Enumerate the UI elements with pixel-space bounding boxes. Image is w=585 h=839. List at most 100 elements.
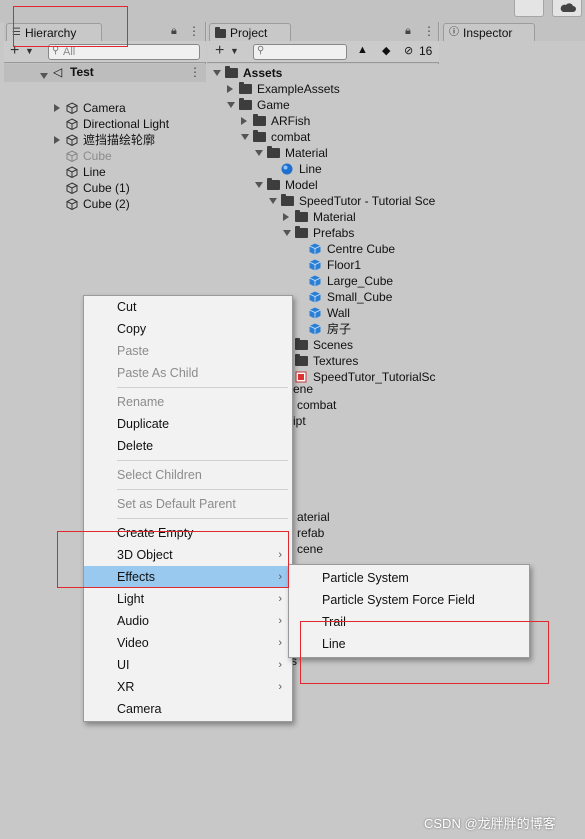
project-item-label: Textures: [313, 354, 359, 368]
folder-icon: [267, 145, 280, 161]
cloud-icon[interactable]: [552, 0, 582, 17]
search-input[interactable]: [253, 44, 347, 60]
chevron-down-icon[interactable]: ▼: [25, 46, 34, 56]
tag-icon[interactable]: ◆: [382, 44, 390, 57]
lock-icon[interactable]: 🔒︎: [405, 25, 411, 38]
menu-item-label: Cut: [117, 300, 137, 314]
menu-item-copy[interactable]: Copy: [84, 318, 292, 340]
project-item[interactable]: Material: [207, 209, 439, 225]
gameobject-icon: [66, 148, 78, 164]
project-item-partial[interactable]: combat: [297, 397, 336, 413]
menu-item-xr[interactable]: XR ›: [84, 676, 292, 698]
project-item-partial[interactable]: refab: [297, 525, 324, 541]
hierarchy-item[interactable]: Line: [4, 164, 206, 180]
expand-icon[interactable]: [241, 129, 252, 145]
filter-by-type-icon[interactable]: ▲: [357, 44, 368, 56]
add-icon[interactable]: +: [215, 42, 224, 60]
more-icon[interactable]: ⋮: [188, 24, 200, 38]
project-item[interactable]: Material: [207, 145, 439, 161]
expand-icon[interactable]: [54, 132, 64, 148]
expand-icon[interactable]: [40, 69, 51, 83]
hierarchy-item[interactable]: Directional Light: [4, 116, 206, 132]
submenu-item-particle-system[interactable]: Particle System: [289, 567, 529, 589]
project-item-label: Prefabs: [313, 226, 355, 240]
expand-icon[interactable]: [269, 193, 280, 209]
expand-icon[interactable]: [283, 225, 294, 241]
folder-icon: [239, 81, 252, 97]
folder-icon: [253, 113, 266, 129]
menu-item-rename[interactable]: Rename: [84, 391, 292, 413]
project-item[interactable]: Model: [207, 177, 439, 193]
gameobject-icon: [66, 100, 78, 116]
project-item[interactable]: Prefabs: [207, 225, 439, 241]
hierarchy-item[interactable]: Cube (2): [4, 196, 206, 212]
chevron-down-icon[interactable]: ▼: [230, 46, 239, 56]
hierarchy-item[interactable]: Cube (1): [4, 180, 206, 196]
project-item-label: Centre Cube: [327, 242, 396, 256]
prefab-icon: [309, 289, 321, 305]
folder-icon: [281, 193, 294, 209]
expand-icon[interactable]: [227, 81, 237, 97]
menu-item-duplicate[interactable]: Duplicate: [84, 413, 292, 435]
project-item[interactable]: Centre Cube: [207, 241, 439, 257]
hierarchy-item-label: 遮挡描绘轮廓: [83, 133, 156, 147]
context-menu: Cut Copy Paste Paste As Child Rename Duplicat…: [83, 295, 293, 722]
hierarchy-item[interactable]: 遮挡描绘轮廓: [4, 132, 206, 148]
menu-item-paste-as-child[interactable]: Paste As Child: [84, 362, 292, 384]
project-item[interactable]: SpeedTutor - Tutorial Sce: [207, 193, 439, 209]
menu-item-cut[interactable]: Cut: [84, 296, 292, 318]
menu-item-label: Particle System: [322, 571, 409, 585]
hidden-eye-icon[interactable]: ⊘: [404, 44, 413, 57]
expand-icon[interactable]: [255, 177, 266, 193]
menu-item-audio[interactable]: Audio ›: [84, 610, 292, 632]
lock-icon[interactable]: 🔒︎: [171, 25, 177, 38]
project-item[interactable]: Large_Cube: [207, 273, 439, 289]
expand-icon[interactable]: [241, 113, 251, 129]
menu-item-camera[interactable]: Camera: [84, 698, 292, 720]
prefab-icon: [309, 273, 321, 289]
submenu-item-particle-system-force-field[interactable]: Particle System Force Field: [289, 589, 529, 611]
menu-item-select-children[interactable]: Select Children: [84, 464, 292, 486]
project-item-label: Model: [285, 178, 318, 192]
menu-item-label: Select Children: [117, 468, 202, 482]
expand-icon[interactable]: [227, 97, 238, 113]
more-icon[interactable]: ⋮: [423, 24, 435, 38]
menu-item-light[interactable]: Light ›: [84, 588, 292, 610]
project-item-label: ExampleAssets: [257, 82, 340, 96]
project-item[interactable]: Floor1: [207, 257, 439, 273]
layers-button[interactable]: [514, 0, 544, 17]
project-item[interactable]: ARFish: [207, 113, 439, 129]
material-icon: [281, 161, 293, 177]
scene-name: Test: [70, 65, 94, 79]
tab-inspector[interactable]: ⓘ Inspector: [443, 23, 535, 42]
project-item[interactable]: Game: [207, 97, 439, 113]
project-item-label: Assets: [243, 66, 283, 80]
info-icon: ⓘ: [449, 27, 459, 38]
scene-row[interactable]: ◁ Test ⋮: [4, 64, 206, 82]
hierarchy-item[interactable]: Camera: [4, 100, 206, 116]
scene-menu-icon[interactable]: ⋮: [189, 65, 201, 79]
expand-icon[interactable]: [255, 145, 266, 161]
project-item[interactable]: Line: [207, 161, 439, 177]
tab-label: Project: [230, 26, 268, 40]
menu-item-ui[interactable]: UI ›: [84, 654, 292, 676]
project-item-label: Floor1: [327, 258, 362, 272]
menu-item-paste[interactable]: Paste: [84, 340, 292, 362]
chevron-right-icon: ›: [278, 637, 282, 649]
project-item[interactable]: Assets: [207, 65, 439, 81]
expand-icon[interactable]: [283, 209, 293, 225]
hierarchy-item[interactable]: Cube: [4, 148, 206, 164]
expand-icon[interactable]: [54, 100, 64, 116]
hierarchy-item-label: Directional Light: [83, 117, 170, 131]
chevron-right-icon: ›: [278, 659, 282, 671]
menu-item-set-as-default-parent[interactable]: Set as Default Parent: [84, 493, 292, 515]
gameobject-icon: [66, 180, 78, 196]
menu-item-delete[interactable]: Delete: [84, 435, 292, 457]
project-item[interactable]: ExampleAssets: [207, 81, 439, 97]
project-item-partial[interactable]: cene: [297, 541, 323, 557]
project-item-partial[interactable]: aterial: [297, 509, 330, 525]
menu-item-video[interactable]: Video ›: [84, 632, 292, 654]
project-item[interactable]: combat: [207, 129, 439, 145]
tab-project[interactable]: Project: [209, 23, 291, 42]
expand-icon[interactable]: [213, 65, 224, 81]
